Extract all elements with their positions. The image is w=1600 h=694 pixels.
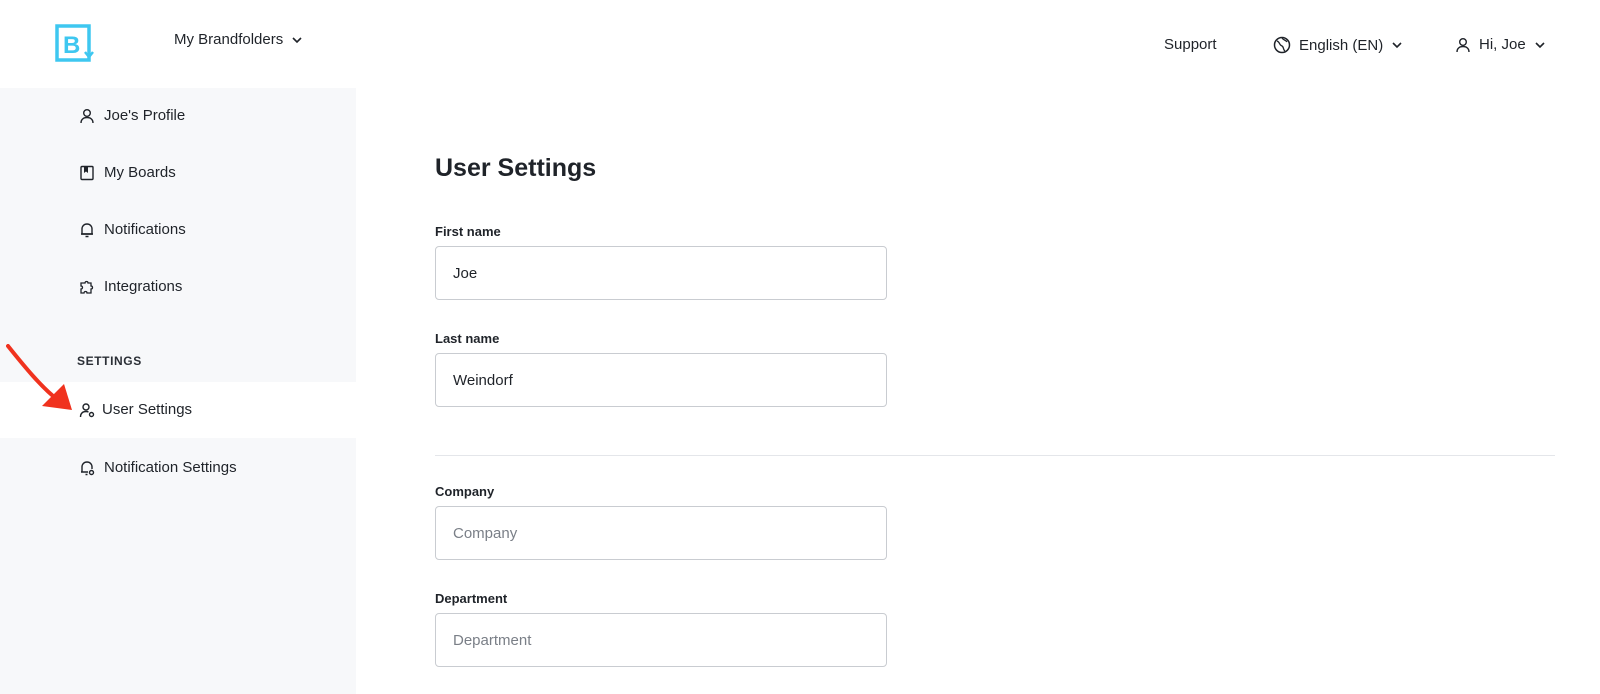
sidebar-item-profile[interactable]: Joe's Profile: [0, 88, 356, 144]
last-name-label: Last name: [435, 331, 500, 346]
last-name-field[interactable]: [435, 353, 887, 407]
department-label: Department: [435, 591, 508, 606]
section-divider: [435, 455, 1555, 456]
user-menu[interactable]: Hi, Joe: [1455, 36, 1546, 53]
language-selector[interactable]: English (EN): [1273, 36, 1403, 54]
sidebar-item-label: Integrations: [104, 278, 183, 295]
language-label: English (EN): [1299, 36, 1384, 54]
svg-text:B: B: [63, 32, 80, 59]
page-title: User Settings: [435, 154, 597, 182]
sidebar-item-integrations[interactable]: Integrations: [0, 259, 356, 315]
sidebar-item-label: User Settings: [102, 401, 193, 418]
bookmark-book-icon: [80, 165, 94, 181]
support-label: Support: [1164, 36, 1217, 53]
company-field[interactable]: [435, 506, 887, 560]
first-name-field[interactable]: [435, 246, 887, 300]
main-content: User Settings First name Last name Compa…: [435, 88, 1555, 694]
sidebar-item-label: Notifications: [104, 221, 186, 238]
bell-gear-icon: [81, 461, 95, 476]
user-gear-icon: [79, 403, 95, 418]
my-brandfolders-label: My Brandfolders: [174, 31, 284, 48]
sidebar-item-label: Notification Settings: [104, 459, 237, 476]
globe-icon: [1273, 36, 1291, 54]
support-link[interactable]: Support: [1164, 36, 1217, 53]
settings-section-label: SETTINGS: [77, 354, 142, 368]
top-header: B My Brandfolders Support English (EN) H…: [0, 0, 1600, 88]
department-field[interactable]: [435, 613, 887, 667]
my-brandfolders-menu[interactable]: My Brandfolders: [174, 31, 303, 48]
user-icon: [80, 109, 94, 124]
chevron-down-icon: [292, 36, 302, 43]
sidebar-item-notifications[interactable]: Notifications: [0, 202, 356, 258]
bell-icon: [81, 223, 93, 238]
chevron-down-icon: [1392, 42, 1402, 49]
first-name-label: First name: [435, 224, 501, 239]
brandfolder-logo-icon[interactable]: B: [55, 24, 95, 64]
sidebar-item-label: My Boards: [104, 164, 176, 181]
chevron-down-icon: [1535, 41, 1545, 48]
sidebar-item-label: Joe's Profile: [104, 107, 186, 124]
user-icon: [1456, 37, 1470, 52]
puzzle-icon: [80, 280, 94, 294]
sidebar-item-notification-settings[interactable]: Notification Settings: [0, 440, 356, 496]
greeting-label: Hi, Joe: [1479, 36, 1526, 53]
company-label: Company: [435, 484, 495, 499]
annotation-arrow-icon: [6, 344, 72, 410]
sidebar-item-my-boards[interactable]: My Boards: [0, 145, 356, 201]
